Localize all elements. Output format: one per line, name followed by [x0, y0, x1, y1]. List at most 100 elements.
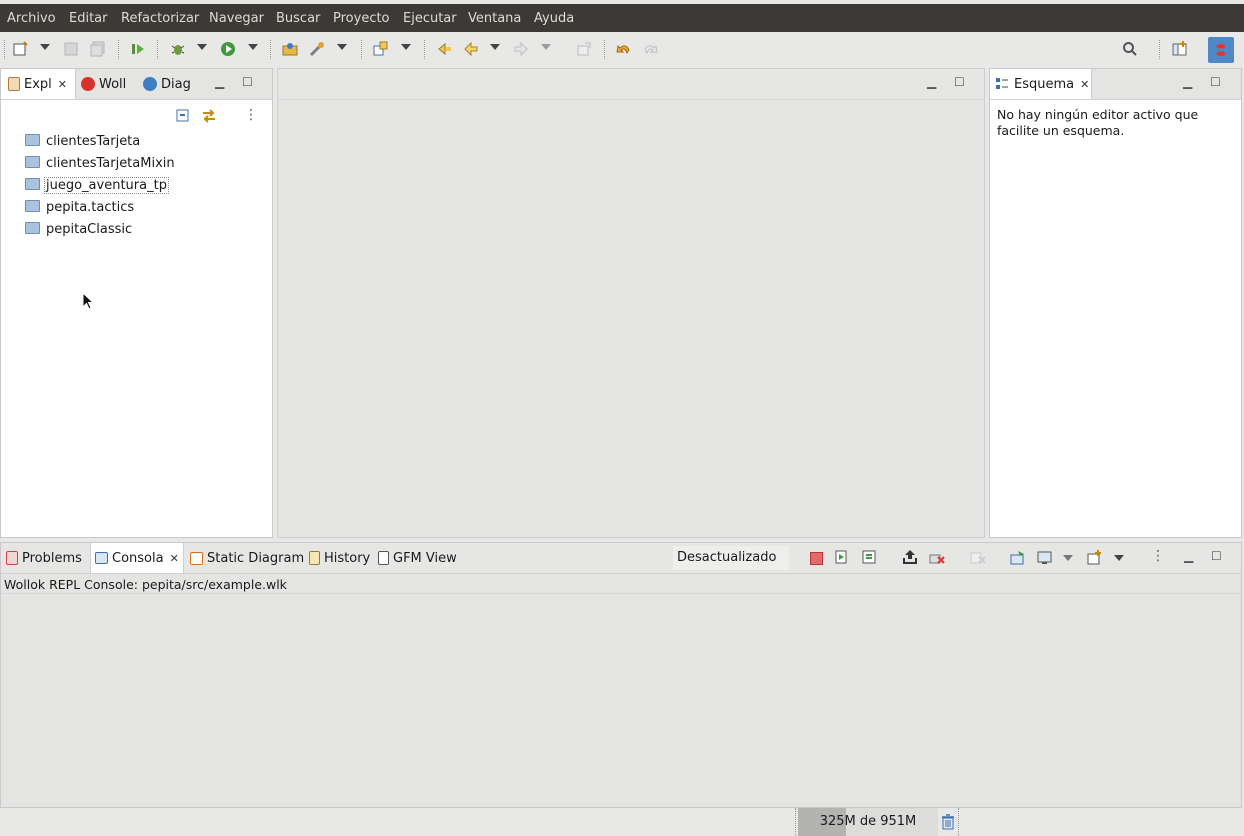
menu-ayuda[interactable]: Ayuda: [534, 11, 574, 26]
project-name: juego_aventura_tp: [44, 176, 169, 194]
project-name: pepita.tactics: [46, 199, 135, 215]
run-dropdown-icon[interactable]: [248, 44, 258, 50]
toolbar-separator: [424, 40, 425, 59]
project-folder-icon: [25, 178, 40, 190]
undo-icon[interactable]: [615, 40, 633, 58]
view-menu-icon[interactable]: ⋮: [244, 108, 258, 122]
minimize-icon[interactable]: ▁: [927, 75, 936, 89]
heap-status[interactable]: 325M de 951M: [798, 808, 938, 836]
tab-wollok[interactable]: Woll: [81, 69, 126, 99]
tools-icon[interactable]: [308, 40, 326, 58]
status-bar: [0, 808, 1244, 836]
menu-proyecto[interactable]: Proyecto: [333, 11, 390, 26]
menu-navegar[interactable]: Navegar: [209, 11, 264, 26]
minimize-icon[interactable]: ▁: [1183, 75, 1192, 89]
relaunch-icon[interactable]: [835, 550, 849, 568]
wollok-perspective-icon[interactable]: [1208, 37, 1234, 63]
minimize-icon[interactable]: ▁: [1184, 549, 1193, 563]
debug-dropdown-icon[interactable]: [197, 44, 207, 50]
outline-tabstrip: Esquema ✕ ▁ ☐: [990, 69, 1241, 100]
export-icon[interactable]: [902, 549, 918, 569]
project-name: pepitaClassic: [46, 221, 133, 237]
project-explorer-icon: [8, 77, 20, 91]
menu-archivo[interactable]: Archivo: [7, 11, 56, 26]
editor-area: ▁ ☐: [277, 68, 985, 538]
open-project-icon[interactable]: [281, 40, 299, 58]
run-last-icon[interactable]: [129, 40, 147, 58]
list-item[interactable]: clientesTarjeta: [25, 131, 140, 151]
back-dropdown-icon[interactable]: [490, 44, 500, 50]
tab-label: History: [324, 550, 371, 566]
tab-console[interactable]: Consola ✕: [90, 543, 184, 573]
debug-icon[interactable]: [169, 40, 187, 58]
save-icon: [62, 40, 80, 58]
open-console-dropdown-icon[interactable]: [1114, 555, 1124, 561]
console-divider: [1, 593, 1241, 594]
forward-dropdown-icon: [541, 44, 551, 50]
display-console-icon[interactable]: [1037, 550, 1053, 570]
remove-all-icon: [970, 551, 986, 569]
new-element-dropdown-icon[interactable]: [401, 44, 411, 50]
list-item-selected[interactable]: juego_aventura_tp: [25, 175, 169, 195]
tab-label: Consola: [112, 550, 164, 566]
tab-project-explorer[interactable]: Expl ✕: [1, 69, 76, 99]
tab-label: Problems: [22, 550, 82, 566]
tab-diagram[interactable]: Diag: [143, 69, 191, 99]
menu-ejecutar[interactable]: Ejecutar: [403, 11, 457, 26]
remove-launch-icon[interactable]: [929, 551, 945, 569]
list-item[interactable]: pepitaClassic: [25, 219, 132, 239]
close-icon[interactable]: ✕: [1080, 78, 1089, 91]
link-with-editor-icon[interactable]: [201, 108, 217, 128]
forward-icon: [512, 40, 530, 58]
run-icon[interactable]: [219, 40, 237, 58]
terminate-icon[interactable]: [810, 552, 823, 565]
menu-buscar[interactable]: Buscar: [276, 11, 320, 26]
toolbar-separator: [118, 40, 119, 59]
explorer-tabstrip: Expl ✕ Woll Diag ▁ ☐: [1, 69, 272, 100]
outline-empty-message: No hay ningún editor activo que facilite…: [997, 107, 1199, 138]
mouse-cursor-icon: [82, 291, 95, 314]
search-icon[interactable]: [1121, 40, 1139, 58]
heap-status-label: 325M de 951M: [819, 814, 917, 829]
console-tabstrip: Problems Consola ✕ Static Diagram Histor…: [1, 543, 1241, 574]
menu-editar[interactable]: Editar: [69, 11, 108, 26]
list-item[interactable]: pepita.tactics: [25, 197, 134, 217]
maximize-icon[interactable]: ☐: [1211, 549, 1222, 563]
pin-console-icon[interactable]: [1010, 550, 1026, 570]
list-item[interactable]: clientesTarjetaMixin: [25, 153, 175, 173]
tab-static-diagram[interactable]: Static Diagram: [190, 543, 304, 573]
outline-panel: Esquema ✕ ▁ ☐ No hay ningún editor activ…: [989, 68, 1242, 538]
back-history-icon[interactable]: [435, 40, 453, 58]
tab-outline[interactable]: Esquema ✕: [990, 69, 1092, 99]
project-name: clientesTarjetaMixin: [46, 155, 175, 171]
garbage-collect-icon[interactable]: [941, 814, 955, 834]
collapse-all-icon[interactable]: [175, 108, 191, 128]
minimize-icon[interactable]: ▁: [215, 75, 224, 89]
relaunch-last-icon[interactable]: [862, 550, 876, 568]
tools-dropdown-icon[interactable]: [337, 44, 347, 50]
open-perspective-icon[interactable]: [1171, 40, 1189, 58]
maximize-icon[interactable]: ☐: [1210, 75, 1221, 89]
view-menu-icon[interactable]: ⋮: [1151, 549, 1165, 563]
tab-label: Woll: [99, 76, 127, 92]
maximize-icon[interactable]: ☐: [954, 75, 965, 89]
console-icon: [95, 552, 108, 564]
menu-ventana[interactable]: Ventana: [468, 11, 521, 26]
tab-history[interactable]: History: [309, 543, 370, 573]
display-console-dropdown-icon[interactable]: [1063, 555, 1073, 561]
tab-gfm-view[interactable]: GFM View: [378, 543, 457, 573]
outline-icon: [995, 77, 1009, 95]
menu-refactorizar[interactable]: Refactorizar: [121, 11, 199, 26]
tab-problems[interactable]: Problems: [6, 543, 82, 573]
project-name: clientesTarjeta: [46, 133, 141, 149]
new-wizard-icon[interactable]: [12, 40, 30, 58]
back-icon[interactable]: [462, 40, 480, 58]
close-icon[interactable]: ✕: [58, 78, 67, 91]
close-icon[interactable]: ✕: [170, 552, 179, 565]
open-console-icon[interactable]: [1087, 550, 1103, 570]
new-element-icon[interactable]: [372, 40, 390, 58]
maximize-icon[interactable]: ☐: [242, 75, 253, 89]
project-folder-icon: [25, 156, 40, 168]
project-folder-icon: [25, 222, 40, 234]
new-wizard-dropdown-icon[interactable]: [40, 44, 50, 50]
